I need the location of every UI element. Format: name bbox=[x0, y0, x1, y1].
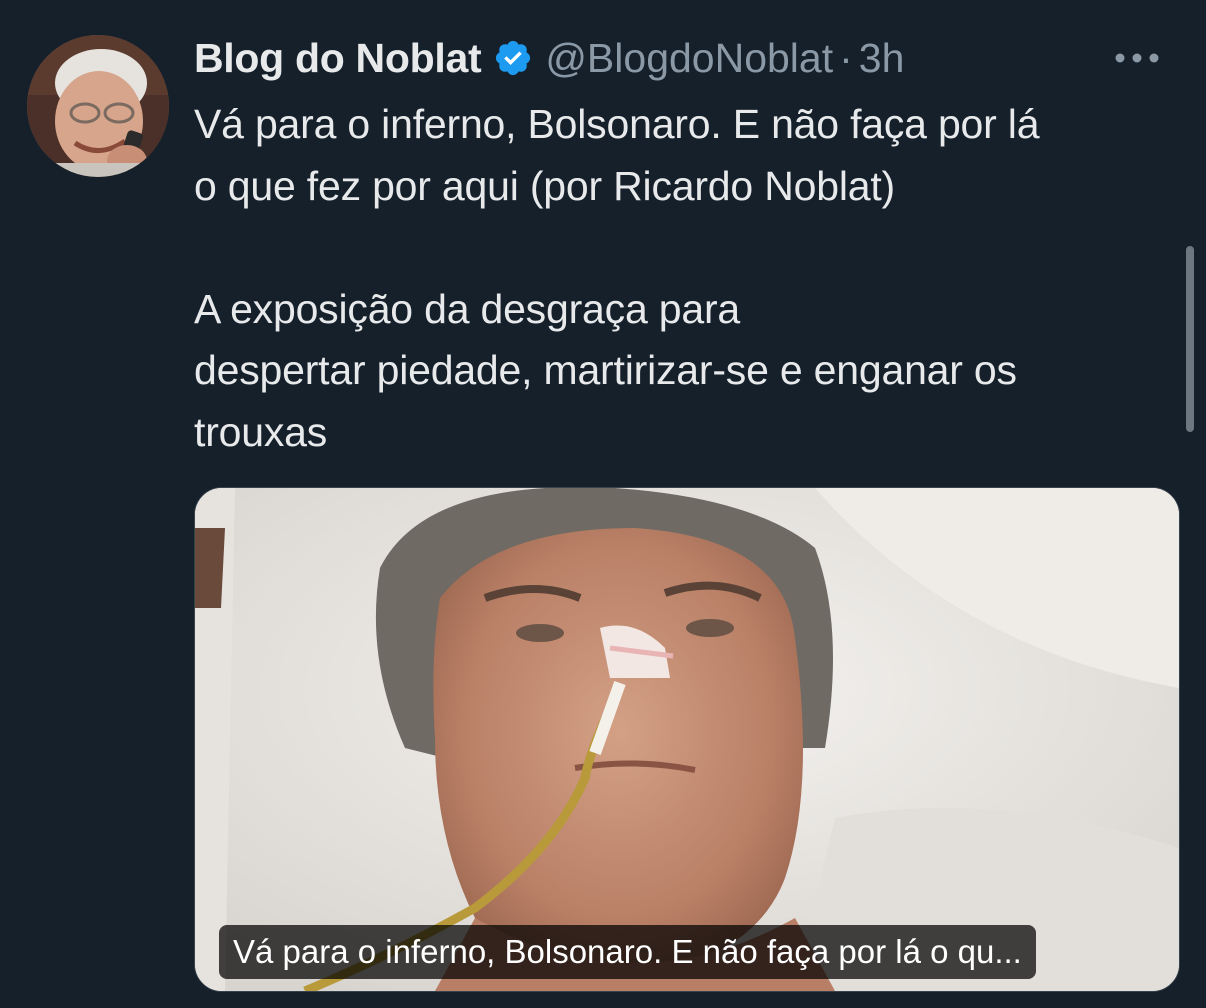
user-handle[interactable]: @BlogdoNoblat bbox=[545, 35, 833, 82]
tweet-text-line: despertar piedade, martirizar-se e engan… bbox=[194, 347, 1017, 393]
tweet-text-line: o que fez por aqui (por Ricardo Noblat) bbox=[194, 162, 895, 209]
more-horizontal-icon[interactable] bbox=[1114, 48, 1160, 68]
verified-badge-icon bbox=[493, 38, 533, 78]
scrollbar[interactable] bbox=[1186, 246, 1194, 432]
avatar[interactable] bbox=[27, 35, 169, 177]
media-caption: Vá para o inferno, Bolsonaro. E não faça… bbox=[219, 925, 1036, 979]
tweet-media-photo[interactable]: Vá para o inferno, Bolsonaro. E não faça… bbox=[194, 487, 1180, 992]
tweet-text: Vá para o inferno, Bolsonaro. E não faça… bbox=[194, 94, 1184, 463]
separator-dot: · bbox=[839, 34, 853, 81]
tweet-header: Blog do Noblat @BlogdoNoblat · 3h bbox=[194, 30, 904, 86]
display-name[interactable]: Blog do Noblat bbox=[194, 35, 482, 82]
tweet-text-line: A exposição da desgraça para bbox=[194, 285, 740, 332]
timestamp[interactable]: 3h bbox=[859, 35, 905, 82]
tweet-text-line: trouxas bbox=[194, 408, 328, 455]
tweet-text-line: Vá para o inferno, Bolsonaro. E não faça… bbox=[194, 101, 1040, 147]
tweet: Blog do Noblat @BlogdoNoblat · 3h Vá par… bbox=[0, 0, 1206, 1008]
